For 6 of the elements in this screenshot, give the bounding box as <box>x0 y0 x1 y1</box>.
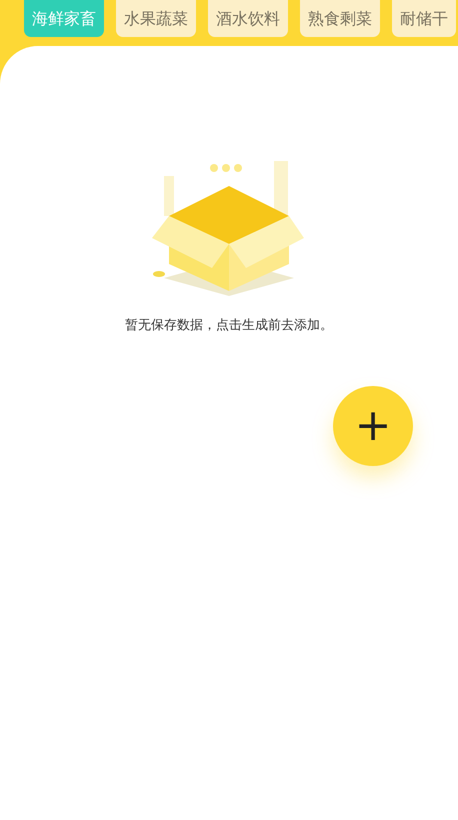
category-tab[interactable]: 酒水饮料 <box>208 0 288 37</box>
empty-message: 暂无保存数据，点击生成前去添加。 <box>125 317 333 335</box>
add-button[interactable]: + <box>333 386 413 466</box>
category-tab[interactable]: 熟食剩菜 <box>300 0 380 37</box>
category-tab[interactable]: 耐储干 <box>392 0 456 37</box>
category-tab[interactable]: 水果蔬菜 <box>116 0 196 37</box>
